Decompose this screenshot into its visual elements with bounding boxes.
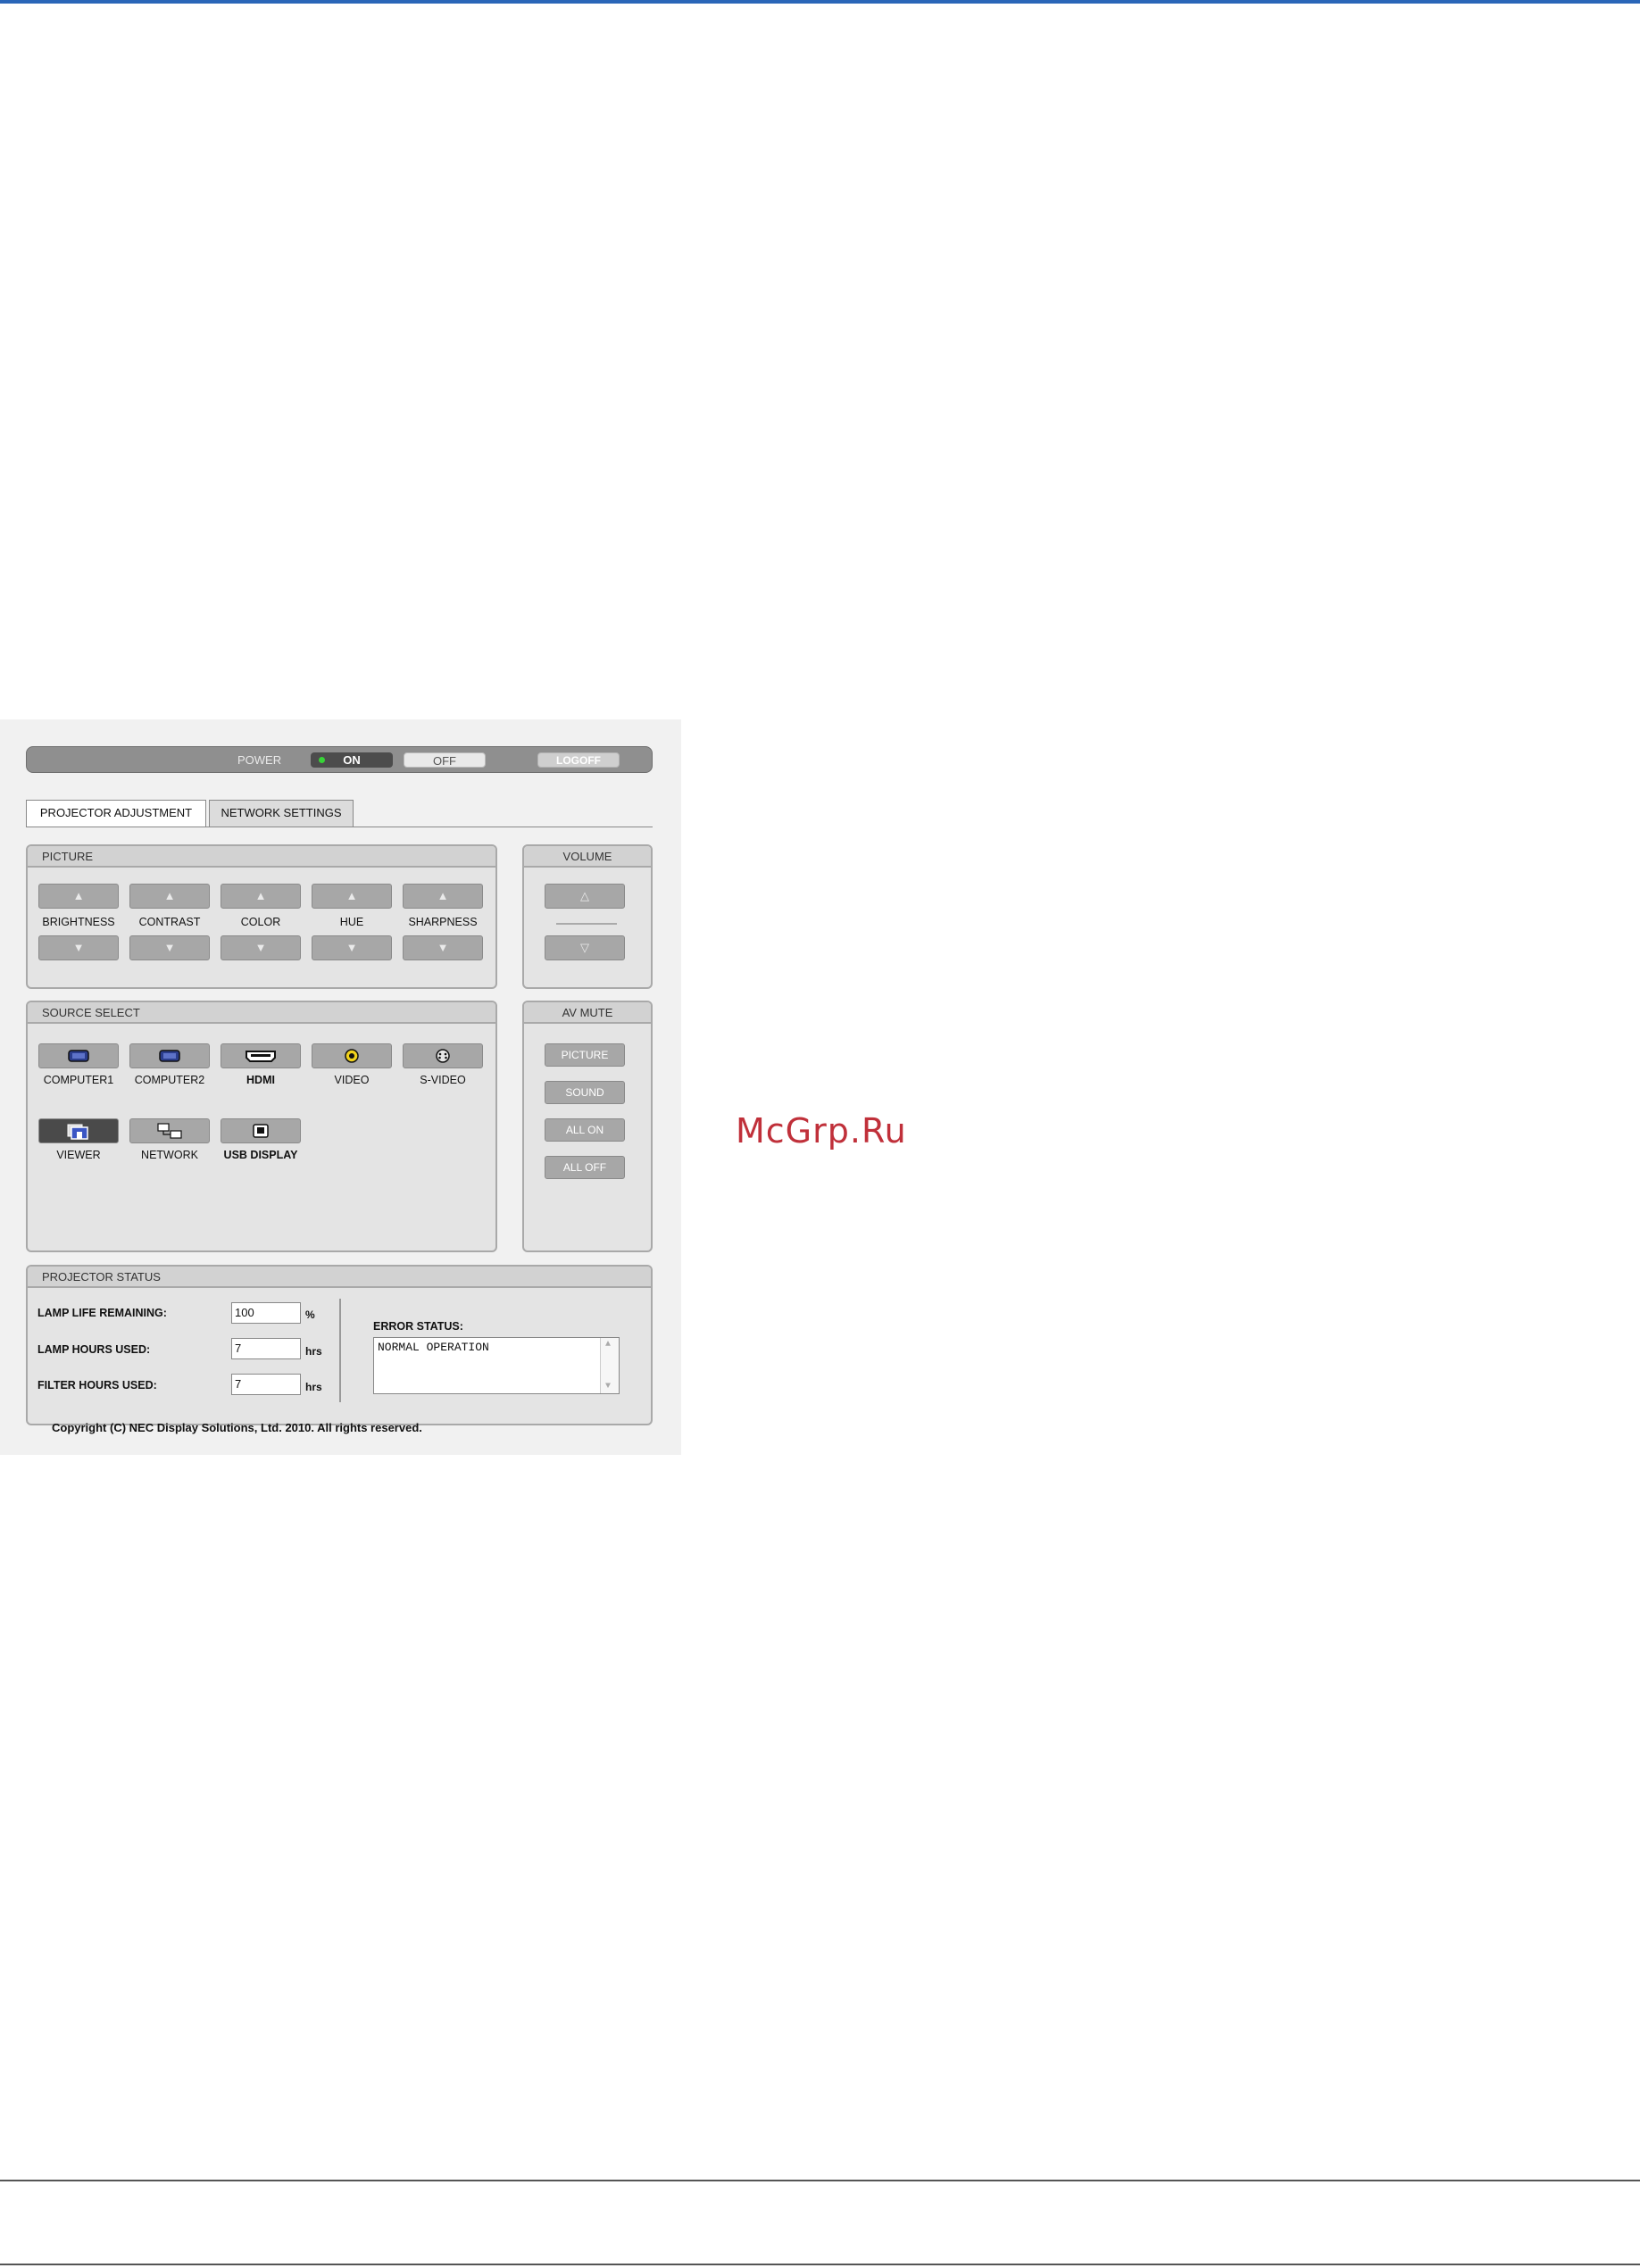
tab-network-settings[interactable]: NETWORK SETTINGS [209,800,354,827]
source-usb-display-label: USB DISPLAY [223,1149,298,1161]
sharpness-up-button[interactable]: ▲ [403,884,483,909]
source-network-label: NETWORK [141,1149,198,1161]
lamp-life-field[interactable]: 100 [231,1302,301,1324]
power-off-button[interactable]: OFF [404,752,486,768]
network-icon [157,1123,182,1139]
av-mute-picture-button[interactable]: PICTURE [545,1043,625,1067]
tab-projector-adjustment[interactable]: PROJECTOR ADJUSTMENT [26,800,206,827]
triangle-down-icon: ▼ [437,941,449,954]
logoff-button[interactable]: LOGOFF [537,752,620,768]
triangle-up-icon: ▲ [72,889,85,902]
source-computer1-button[interactable] [38,1043,119,1068]
source-usb-display-button[interactable] [221,1118,301,1143]
contrast-down-button[interactable]: ▼ [129,935,210,960]
av-mute-all-on-button[interactable]: ALL ON [545,1118,625,1142]
brightness-up-button[interactable]: ▲ [38,884,119,909]
triangle-down-outline-icon: ▽ [580,941,589,954]
source-select-group: SOURCE SELECT COMPUTER1 COMPUTER2 HDMI V… [26,1001,497,1252]
watermark-text: McGrp.Ru [736,1111,907,1151]
contrast-label: CONTRAST [138,916,201,928]
volume-group-title: VOLUME [524,846,651,868]
footer-rule-lower [0,2264,1640,2265]
vga-icon [159,1050,180,1062]
volume-up-button[interactable]: △ [545,884,625,909]
power-label: POWER [237,753,282,767]
triangle-down-icon: ▼ [163,941,176,954]
source-hdmi-label: HDMI [246,1074,275,1086]
source-svideo-button[interactable] [403,1043,483,1068]
error-status-text: NORMAL OPERATION [378,1341,489,1354]
triangle-down-icon: ▼ [254,941,267,954]
status-divider [339,1299,341,1402]
av-mute-group: AV MUTE PICTURE SOUND ALL ON ALL OFF [522,1001,653,1252]
source-computer1-label: COMPUTER1 [43,1074,114,1086]
source-video-label: VIDEO [334,1074,370,1086]
hue-up-button[interactable]: ▲ [312,884,392,909]
copyright-text: Copyright (C) NEC Display Solutions, Ltd… [52,1421,422,1434]
rca-icon [345,1049,359,1063]
av-mute-title: AV MUTE [524,1002,651,1024]
volume-down-button[interactable]: ▽ [545,935,625,960]
color-label: COLOR [240,916,281,928]
sharpness-down-button[interactable]: ▼ [403,935,483,960]
source-computer2-button[interactable] [129,1043,210,1068]
source-viewer-button[interactable] [38,1118,119,1143]
av-mute-sound-button[interactable]: SOUND [545,1081,625,1104]
filter-hours-label: FILTER HOURS USED: [37,1379,157,1392]
scroll-down-icon: ▼ [605,1382,612,1392]
error-status-label: ERROR STATUS: [373,1320,463,1333]
volume-divider [556,923,617,925]
triangle-up-icon: ▲ [254,889,267,902]
hdmi-icon [246,1051,276,1062]
source-svideo-label: S-VIDEO [420,1074,466,1086]
triangle-down-icon: ▼ [72,941,85,954]
footer-rule-upper [0,2180,1640,2181]
projector-status-group: PROJECTOR STATUS LAMP LIFE REMAINING: 10… [26,1265,653,1425]
brightness-down-button[interactable]: ▼ [38,935,119,960]
contrast-up-button[interactable]: ▲ [129,884,210,909]
source-hdmi-button[interactable] [221,1043,301,1068]
triangle-up-outline-icon: △ [580,889,589,902]
usb-icon [253,1124,269,1138]
lamp-hours-unit: hrs [305,1345,322,1358]
picture-group-title: PICTURE [28,846,495,868]
lamp-hours-field[interactable]: 7 [231,1338,301,1359]
brightness-label: BRIGHTNESS [42,916,115,928]
triangle-down-icon: ▼ [345,941,358,954]
scroll-up-icon: ▲ [605,1340,612,1350]
source-viewer-label: VIEWER [56,1149,101,1161]
color-down-button[interactable]: ▼ [221,935,301,960]
projector-status-title: PROJECTOR STATUS [28,1267,651,1288]
power-on-label: ON [343,753,361,767]
volume-group: VOLUME △ ▽ [522,844,653,989]
color-up-button[interactable]: ▲ [221,884,301,909]
projector-control-panel: POWER ON OFF LOGOFF PROJECTOR ADJUSTMENT… [0,719,681,1455]
source-video-button[interactable] [312,1043,392,1068]
sharpness-label: SHARPNESS [408,916,478,928]
power-bar: POWER ON OFF LOGOFF [26,746,653,773]
triangle-up-icon: ▲ [437,889,449,902]
lamp-life-label: LAMP LIFE REMAINING: [37,1307,167,1319]
source-select-title: SOURCE SELECT [28,1002,495,1024]
power-on-button[interactable]: ON [311,752,393,768]
lamp-hours-label: LAMP HOURS USED: [37,1343,151,1356]
viewer-icon [67,1124,88,1140]
filter-hours-field[interactable]: 7 [231,1374,301,1395]
source-computer2-label: COMPUTER2 [134,1074,205,1086]
error-status-box[interactable]: NORMAL OPERATION ▲ ▼ [373,1337,620,1394]
power-led-icon [319,757,325,763]
error-status-scrollbar[interactable]: ▲ ▼ [600,1338,619,1393]
top-rule [0,0,1640,4]
triangle-up-icon: ▲ [163,889,176,902]
triangle-up-icon: ▲ [345,889,358,902]
hue-label: HUE [339,916,364,928]
svideo-icon [436,1049,450,1063]
filter-hours-unit: hrs [305,1381,322,1393]
source-network-button[interactable] [129,1118,210,1143]
av-mute-all-off-button[interactable]: ALL OFF [545,1156,625,1179]
vga-icon [68,1050,89,1062]
picture-group: PICTURE ▲ ▲ ▲ ▲ ▲ BRIGHTNESS CONTRAST CO… [26,844,497,989]
lamp-life-unit: % [305,1308,315,1321]
hue-down-button[interactable]: ▼ [312,935,392,960]
